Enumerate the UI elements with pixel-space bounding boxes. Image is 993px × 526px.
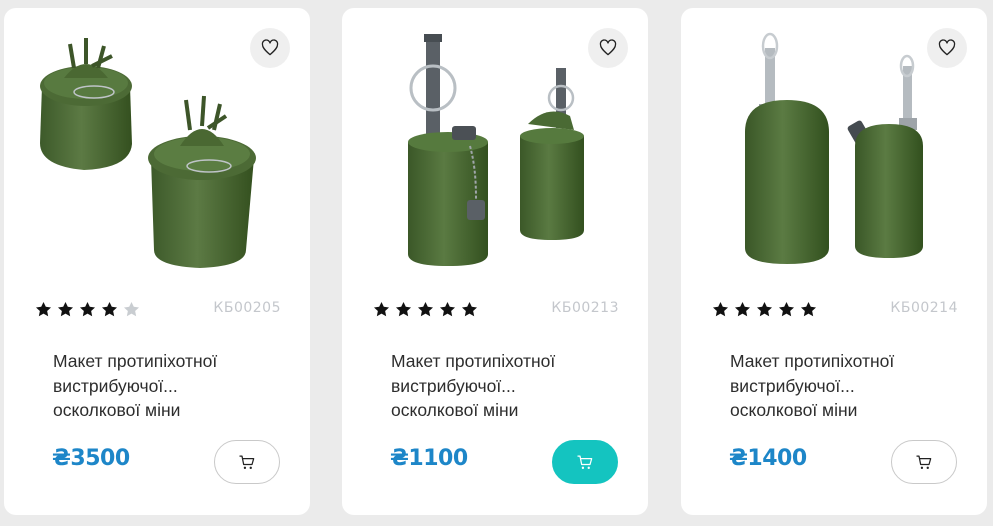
favorite-button[interactable]	[588, 28, 628, 68]
cart-icon	[577, 455, 593, 469]
product-sku: КБ00213	[551, 300, 619, 316]
star-filled-icon	[373, 301, 390, 317]
rating-stars	[34, 300, 141, 319]
product-title-line: осколкової міни	[53, 400, 181, 420]
product-title-line: Макет протипіхотної	[53, 351, 218, 371]
product-card[interactable]: КБ00213 Макет протипіхотної вистрибуючої…	[342, 8, 648, 515]
star-filled-icon	[57, 301, 74, 317]
product-title-line: вистрибуючої...	[53, 375, 178, 396]
rating-stars	[711, 300, 818, 319]
product-title-line: вистрибуючої...	[730, 375, 855, 396]
product-card[interactable]: КБ00214 Макет протипіхотної вистрибуючої…	[681, 8, 987, 515]
product-title-line: Макет протипіхотної	[391, 351, 556, 371]
product-sku: КБ00205	[213, 300, 281, 316]
star-filled-icon	[395, 301, 412, 317]
star-filled-icon	[712, 301, 729, 317]
product-title[interactable]: Макет протипіхотної вистрибуючої... оско…	[730, 349, 930, 423]
star-filled-icon	[35, 301, 52, 317]
heart-outline-icon	[599, 39, 617, 56]
cart-icon	[916, 455, 932, 469]
product-title[interactable]: Макет протипіхотної вистрибуючої... оско…	[391, 349, 591, 423]
product-price: ₴1100	[390, 446, 468, 471]
star-filled-icon	[734, 301, 751, 317]
product-price: ₴1400	[729, 446, 807, 471]
star-filled-icon	[800, 301, 817, 317]
favorite-button[interactable]	[927, 28, 967, 68]
product-sku: КБ00214	[890, 300, 958, 316]
add-to-cart-button[interactable]	[214, 440, 280, 484]
product-title-line: осколкової міни	[391, 400, 519, 420]
product-title-line: вистрибуючої...	[391, 375, 516, 396]
favorite-button[interactable]	[250, 28, 290, 68]
rating-stars	[372, 300, 479, 319]
star-filled-icon	[461, 301, 478, 317]
star-filled-icon	[778, 301, 795, 317]
heart-outline-icon	[261, 39, 279, 56]
cart-icon	[239, 455, 255, 469]
star-filled-icon	[756, 301, 773, 317]
star-filled-icon	[101, 301, 118, 317]
product-title-line: Макет протипіхотної	[730, 351, 895, 371]
star-filled-icon	[417, 301, 434, 317]
add-to-cart-button[interactable]	[891, 440, 957, 484]
product-card[interactable]: КБ00205 Макет протипіхотної вистрибуючої…	[4, 8, 310, 515]
heart-outline-icon	[938, 39, 956, 56]
product-title-line: осколкової міни	[730, 400, 858, 420]
star-filled-icon	[79, 301, 96, 317]
add-to-cart-button[interactable]	[552, 440, 618, 484]
star-empty-icon	[123, 301, 140, 317]
product-price: ₴3500	[52, 446, 130, 471]
product-title[interactable]: Макет протипіхотної вистрибуючої... оско…	[53, 349, 253, 423]
star-filled-icon	[439, 301, 456, 317]
